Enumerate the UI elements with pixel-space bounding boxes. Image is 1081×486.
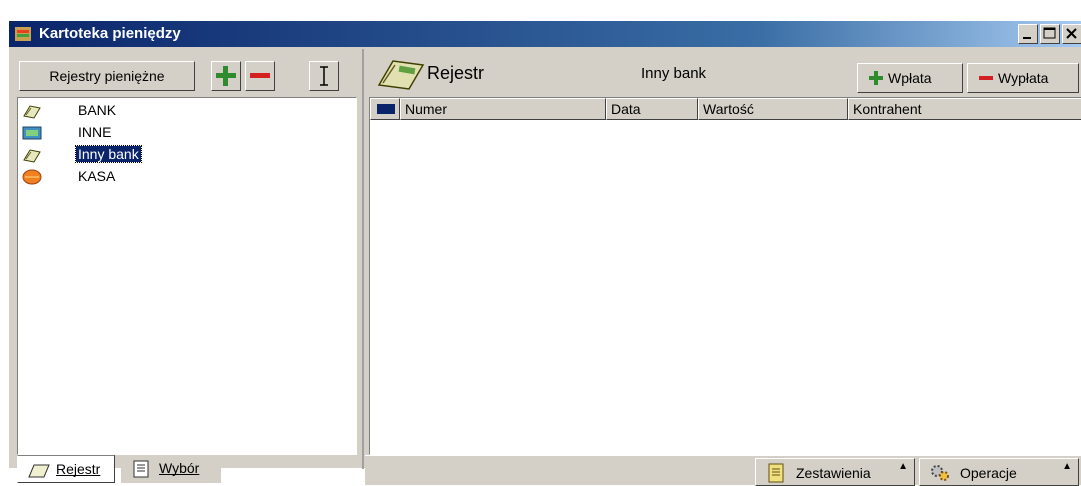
plus-icon: [869, 71, 883, 85]
tab-rejestr[interactable]: Rejestr: [17, 455, 115, 483]
window-title: Kartoteka pieniędzy: [39, 25, 181, 42]
money-icon: [22, 126, 42, 140]
bank-book-icon: [23, 105, 41, 119]
panel-splitter[interactable]: [362, 49, 364, 469]
column-header-numer[interactable]: Numer: [400, 98, 606, 120]
register-list[interactable]: BANK INNE Inny bank KASA: [17, 97, 357, 455]
list-item-label: Inny bank: [75, 145, 142, 163]
tab-label: Rejestr: [56, 461, 101, 477]
bank-book-icon: [23, 149, 41, 163]
list-item-label: BANK: [78, 102, 117, 118]
close-icon: [1066, 28, 1077, 39]
withdrawal-label: Wypłata: [998, 70, 1049, 86]
plus-icon: [216, 66, 236, 86]
close-button[interactable]: [1062, 24, 1081, 44]
tab-wybor[interactable]: Wybór: [121, 455, 221, 483]
remove-register-button[interactable]: [245, 61, 275, 91]
maximize-button[interactable]: [1040, 24, 1060, 44]
minimize-icon: [1023, 37, 1031, 39]
select-all-header[interactable]: [370, 98, 400, 120]
minimize-button[interactable]: [1018, 24, 1038, 44]
gears-icon: [931, 465, 949, 481]
tab-label: Wybór: [159, 460, 200, 476]
chevron-up-icon: ▲: [1062, 461, 1072, 472]
minus-icon: [979, 76, 993, 80]
withdrawal-button[interactable]: Wypłata: [967, 63, 1079, 93]
minus-icon: [250, 73, 270, 78]
reports-label: Zestawienia: [796, 465, 871, 481]
transactions-grid[interactable]: Numer Data Wartość Kontrahent: [369, 97, 1081, 455]
operations-label: Operacje: [960, 465, 1017, 481]
operations-button[interactable]: Operacje ▲: [919, 458, 1079, 486]
report-icon: [768, 463, 784, 483]
right-panel: Rejestr Inny bank Wpłata Wypłata Numer D…: [365, 49, 1081, 486]
list-item-inne[interactable]: INNE: [20, 122, 340, 144]
cash-box-icon: [22, 169, 42, 185]
list-icon: [133, 460, 149, 478]
list-item-label: INNE: [78, 124, 112, 140]
bank-book-icon: [377, 60, 425, 90]
list-item-kasa[interactable]: KASA: [20, 166, 340, 188]
list-item-bank[interactable]: BANK: [20, 100, 340, 122]
deposit-label: Wpłata: [888, 70, 932, 86]
bottom-bar: Zestawienia ▲ Operacje ▲: [365, 455, 1081, 486]
column-header-kontrahent[interactable]: Kontrahent: [848, 98, 1081, 120]
deposit-button[interactable]: Wpłata: [857, 63, 963, 93]
registers-button[interactable]: Rejestry pieniężne: [19, 61, 195, 91]
maximize-icon: [1043, 27, 1056, 39]
column-header-wartosc[interactable]: Wartość: [698, 98, 848, 120]
text-cursor-icon: [320, 66, 328, 86]
app-icon: [15, 27, 31, 41]
app-window: Kartoteka pieniędzy Rejestry pieniężne B…: [8, 20, 1081, 486]
register-title: Rejestr: [427, 63, 485, 83]
reports-button[interactable]: Zestawienia ▲: [755, 458, 915, 486]
left-panel: Rejestry pieniężne BANK INNE Inny bank K…: [11, 49, 362, 483]
list-item-inny-bank[interactable]: Inny bank: [20, 144, 340, 166]
title-bar[interactable]: Kartoteka pieniędzy: [9, 21, 1081, 47]
list-item-label: KASA: [78, 168, 116, 184]
column-header-data[interactable]: Data: [606, 98, 698, 120]
register-icon: [28, 464, 50, 478]
chevron-up-icon: ▲: [898, 461, 908, 472]
selection-marker: [377, 104, 395, 114]
register-name: Inny bank: [641, 65, 707, 82]
edit-register-button[interactable]: [309, 61, 339, 91]
add-register-button[interactable]: [211, 61, 241, 91]
